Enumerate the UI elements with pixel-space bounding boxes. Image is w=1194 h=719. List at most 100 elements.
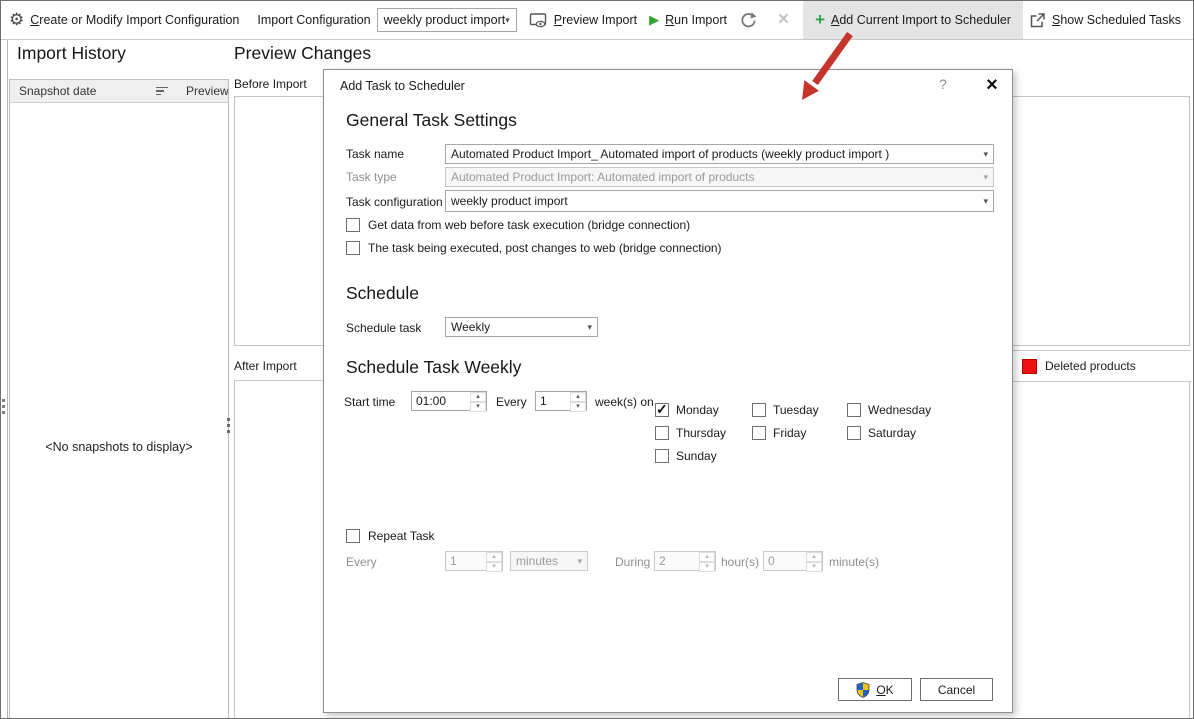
ok-button[interactable]: OK <box>838 678 912 701</box>
day-sunday[interactable]: Sunday <box>655 444 752 467</box>
ok-label: OK <box>876 683 893 697</box>
repeat-task-label: Repeat Task <box>368 529 435 543</box>
run-import-button[interactable]: ▶ Run Import <box>643 1 733 39</box>
spin-up-icon: ▴ <box>699 552 715 562</box>
schedule-task-weekly-heading: Schedule Task Weekly <box>346 357 521 378</box>
repeat-task-checkbox-row[interactable]: Repeat Task <box>346 529 435 543</box>
day-label: Saturday <box>868 426 916 440</box>
start-time-label: Start time <box>344 395 395 409</box>
legend-label: Deleted products <box>1045 359 1136 373</box>
run-import-label: Run Import <box>665 13 727 27</box>
repeat-every-value: 1 <box>446 552 486 570</box>
dialog-title: Add Task to Scheduler <box>340 79 465 93</box>
spin-down-icon[interactable]: ▾ <box>470 402 486 412</box>
task-configuration-combo[interactable]: weekly product import ▾ <box>445 190 994 212</box>
before-import-label: Before Import <box>234 77 307 91</box>
spin-up-icon[interactable]: ▴ <box>570 392 586 402</box>
day-monday[interactable]: Monday <box>655 398 752 421</box>
spinner-buttons[interactable]: ▴▾ <box>470 392 486 410</box>
day-label: Monday <box>676 403 719 417</box>
repeat-task-checkbox[interactable] <box>346 529 360 543</box>
weeks-on-label: week(s) on <box>595 395 654 409</box>
every-week-value: 1 <box>536 392 570 410</box>
get-data-checkbox-row[interactable]: Get data from web before task execution … <box>346 218 690 232</box>
legend-red-swatch <box>1022 359 1037 374</box>
task-name-combo[interactable]: Automated Product Import_ Automated impo… <box>445 144 994 164</box>
import-history-header-row[interactable]: Snapshot date Preview <box>10 80 228 103</box>
get-data-label: Get data from web before task execution … <box>368 218 690 232</box>
spinner-buttons[interactable]: ▴▾ <box>570 392 586 410</box>
every-week-label: Every <box>496 395 527 409</box>
window-left-splitter[interactable] <box>7 40 8 719</box>
day-friday[interactable]: Friday <box>752 421 847 444</box>
cancel-button[interactable]: Cancel <box>920 678 993 701</box>
day-tuesday[interactable]: Tuesday <box>752 398 847 421</box>
chevron-down-icon: ▾ <box>983 172 988 183</box>
schedule-task-value: Weekly <box>451 320 490 334</box>
thursday-checkbox[interactable] <box>655 426 669 440</box>
repeat-unit-select: minutes ▾ <box>510 551 588 571</box>
get-data-checkbox[interactable] <box>346 218 360 232</box>
chevron-down-icon: ▾ <box>587 322 592 333</box>
help-button[interactable]: ? <box>932 76 954 96</box>
preview-import-button[interactable]: Preview Import <box>523 1 643 39</box>
hours-suffix-label: hour(s) <box>721 555 759 569</box>
spin-down-icon: ▾ <box>699 562 715 572</box>
start-time-spinner[interactable]: 01:00 ▴▾ <box>411 391 487 411</box>
spin-down-icon[interactable]: ▾ <box>570 402 586 412</box>
minutes-suffix-label: minute(s) <box>829 555 879 569</box>
during-label: During <box>615 555 650 569</box>
spinner-buttons: ▴▾ <box>806 552 822 570</box>
task-name-value: Automated Product Import_ Automated impo… <box>451 147 889 161</box>
panel-splitter-grip[interactable] <box>227 418 230 433</box>
wednesday-checkbox[interactable] <box>847 403 861 417</box>
day-thursday[interactable]: Thursday <box>655 421 752 444</box>
left-splitter-grip[interactable] <box>2 399 5 414</box>
uac-shield-icon <box>856 682 870 698</box>
preview-import-label: Preview Import <box>554 13 637 27</box>
during-hours-spinner: 2 ▴▾ <box>654 551 716 571</box>
close-icon[interactable]: × <box>979 73 1005 97</box>
general-task-settings-heading: General Task Settings <box>346 110 517 131</box>
day-wednesday[interactable]: Wednesday <box>847 398 977 421</box>
chevron-down-icon: ▾ <box>983 196 988 207</box>
friday-checkbox[interactable] <box>752 426 766 440</box>
spin-up-icon: ▴ <box>486 552 502 562</box>
during-minutes-spinner: 0 ▴▾ <box>763 551 823 571</box>
day-label: Thursday <box>676 426 726 440</box>
tuesday-checkbox[interactable] <box>752 403 766 417</box>
empty-history-text: <No snapshots to display> <box>10 440 228 454</box>
create-import-config-button[interactable]: Create or Modify Import Configuration <box>24 1 245 39</box>
show-scheduled-tasks-button[interactable]: Show Scheduled Tasks <box>1023 1 1187 39</box>
import-configuration-label: Import Configuration <box>251 1 376 39</box>
day-saturday[interactable]: Saturday <box>847 421 977 444</box>
schedule-task-select[interactable]: Weekly ▾ <box>445 317 598 337</box>
every-week-spinner[interactable]: 1 ▴▾ <box>535 391 587 411</box>
during-minutes-value: 0 <box>764 552 806 570</box>
show-scheduled-tasks-label: Show Scheduled Tasks <box>1052 13 1181 27</box>
post-changes-checkbox-row[interactable]: The task being executed, post changes to… <box>346 241 722 255</box>
day-label: Friday <box>773 426 806 440</box>
after-import-label: After Import <box>234 359 297 373</box>
legend-deleted-products: Deleted products <box>1013 350 1191 382</box>
gear-icon: ⚙ <box>9 10 24 30</box>
import-configuration-select[interactable]: weekly product import ▾ <box>377 8 517 32</box>
spin-up-icon[interactable]: ▴ <box>470 392 486 402</box>
post-changes-checkbox[interactable] <box>346 241 360 255</box>
preview-eye-icon <box>529 12 548 29</box>
day-label: Tuesday <box>773 403 819 417</box>
schedule-heading: Schedule <box>346 283 419 304</box>
column-snapshot-date[interactable]: Snapshot date <box>10 84 156 98</box>
annotation-arrow <box>741 25 871 115</box>
column-preview[interactable]: Preview <box>186 84 229 98</box>
repeat-every-spinner: 1 ▴▾ <box>445 551 503 571</box>
sort-icon[interactable] <box>156 87 168 96</box>
weekday-checkbox-grid: Monday Tuesday Wednesday Thursday Friday… <box>655 398 977 467</box>
monday-checkbox[interactable] <box>655 403 669 417</box>
task-name-label: Task name <box>346 147 404 161</box>
schedule-task-label: Schedule task <box>346 321 421 335</box>
saturday-checkbox[interactable] <box>847 426 861 440</box>
play-icon: ▶ <box>649 12 659 28</box>
sunday-checkbox[interactable] <box>655 449 669 463</box>
repeat-unit-value: minutes <box>516 554 558 568</box>
